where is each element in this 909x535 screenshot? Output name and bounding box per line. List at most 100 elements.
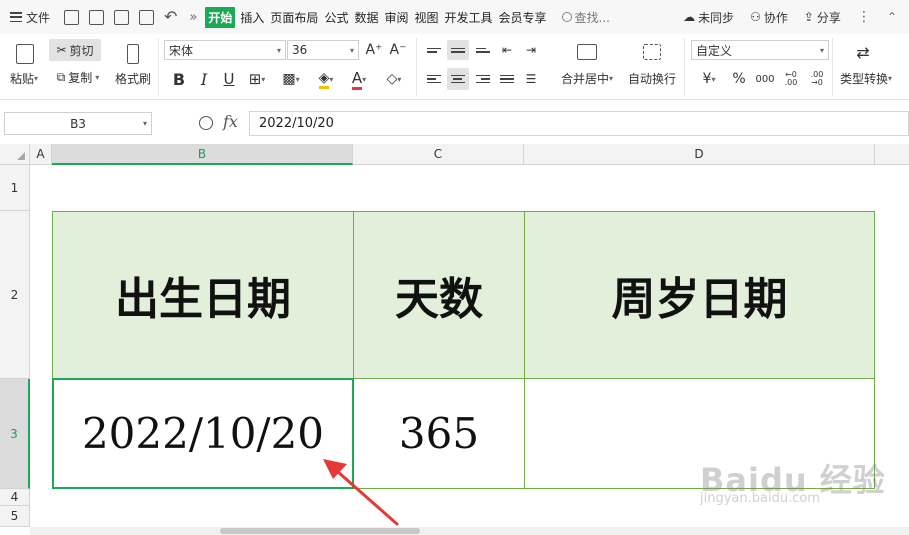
row-header-5[interactable]: 5 (0, 506, 30, 527)
paste-label: 粘贴 (9, 71, 34, 86)
ribbon: 粘贴 ▾ ✂ 剪切 ⧉ 复制 ▾ 格式刷 宋体 ▾ 36 ▾ A⁺ A⁻ B I U ⊞ ▾ … (0, 34, 909, 100)
row-header-1[interactable]: 1 (0, 165, 30, 211)
baidu-watermark: Baidu 经验 jingyan.baidu.com (700, 455, 886, 506)
horizontal-scrollbar[interactable] (30, 527, 909, 535)
tab-home[interactable]: 开始 (205, 6, 236, 28)
increase-decimal-button[interactable]: ←0 .00 (780, 68, 802, 90)
currency-button[interactable]: ¥ ▾ (695, 68, 723, 90)
watermark-url: jingyan.baidu.com (700, 491, 820, 506)
align-bottom-button[interactable] (473, 40, 493, 60)
column-header-c[interactable]: C (353, 144, 524, 165)
font-name-select[interactable]: 宋体 ▾ (164, 40, 286, 60)
share-button[interactable]: ⇪ 分享 (804, 9, 841, 26)
column-header-d[interactable]: D (524, 144, 875, 165)
shrink-font-button[interactable]: A⁻ (388, 40, 408, 60)
tab-data[interactable]: 数据 (353, 7, 379, 28)
number-format-select[interactable]: 自定义 ▾ (691, 40, 829, 60)
print-preview-icon[interactable] (139, 9, 155, 25)
more-commands-icon[interactable]: » (189, 10, 197, 25)
export-pdf-icon[interactable] (89, 9, 105, 25)
distributed-icon: ☰ (525, 72, 537, 86)
font-color-button[interactable]: A ▾ (346, 68, 372, 90)
align-left-button[interactable] (424, 68, 444, 90)
fx-icon[interactable]: fx (223, 112, 238, 131)
bold-button[interactable]: B (168, 68, 190, 90)
hamburger-icon (10, 12, 22, 22)
name-box[interactable]: B3 ▾ (4, 112, 152, 135)
search-box[interactable]: 查找... (561, 9, 610, 26)
increase-indent-button[interactable]: ⇥ (521, 40, 541, 60)
number-format-value: 自定义 (696, 43, 733, 58)
type-convert-button[interactable]: 类型转换 ▾ (834, 70, 898, 86)
column-header-a[interactable]: A (30, 144, 52, 165)
distributed-button[interactable]: ☰ (521, 68, 541, 90)
align-right-button[interactable] (473, 68, 493, 90)
copy-label: 复制 (68, 70, 93, 85)
select-all-corner[interactable] (0, 144, 30, 165)
collapse-ribbon-icon[interactable]: ⌃ (887, 10, 897, 24)
tab-insert[interactable]: 插入 (239, 7, 265, 28)
cell-d2[interactable]: 周岁日期 (524, 211, 875, 379)
grow-font-button[interactable]: A⁺ (364, 40, 384, 60)
tab-view[interactable]: 视图 (413, 7, 439, 28)
zoom-icon[interactable] (199, 116, 213, 130)
paste-button[interactable]: 粘贴 ▾ (4, 70, 44, 86)
column-header-e[interactable] (875, 144, 909, 165)
copy-button[interactable]: ⧉ 复制 ▾ (49, 66, 107, 88)
format-painter-icon[interactable] (120, 40, 146, 68)
menu-bar: 文件 ↶ » 开始 插入 页面布局 公式 数据 审阅 视图 开发工具 会员专享 … (0, 0, 909, 34)
thousands-button[interactable]: 000 (753, 68, 777, 90)
sync-status[interactable]: ☁ 未同步 (683, 9, 734, 26)
user-icon: ⚇ (750, 10, 761, 24)
cell-c2[interactable]: 天数 (353, 211, 525, 379)
underline-button[interactable]: U (218, 68, 240, 90)
align-center-button[interactable] (447, 68, 469, 90)
fill-color-button[interactable]: ◈ ▾ (312, 68, 340, 90)
collab-label: 协作 (763, 10, 788, 25)
cut-button[interactable]: ✂ 剪切 (49, 39, 101, 61)
merge-center-icon[interactable] (576, 40, 598, 64)
tab-member[interactable]: 会员专享 (498, 7, 548, 28)
column-header-b[interactable]: B (52, 144, 353, 165)
wrap-text-button[interactable]: 自动换行 (624, 70, 680, 86)
type-convert-icon[interactable]: ⇄ (852, 40, 874, 64)
save-icon[interactable] (64, 9, 80, 25)
row-header-3[interactable]: 3 (0, 379, 30, 489)
format-painter-button[interactable]: 格式刷 (110, 70, 156, 86)
type-convert-label: 类型转换 (839, 71, 888, 86)
tab-page-layout[interactable]: 页面布局 (269, 7, 319, 28)
justify-button[interactable] (497, 68, 517, 90)
print-icon[interactable] (114, 9, 130, 25)
indent-icon: ⇥ (525, 43, 537, 57)
ribbon-separator (832, 38, 833, 96)
italic-button[interactable]: I (193, 68, 215, 90)
file-menu[interactable]: 文件 (10, 9, 50, 26)
align-top-button[interactable] (424, 40, 444, 60)
undo-icon[interactable]: ↶ (164, 9, 177, 25)
collab-button[interactable]: ⚇ 协作 (750, 9, 788, 26)
align-middle-button[interactable] (447, 40, 469, 60)
copy-icon: ⧉ (56, 69, 66, 84)
paste-big-icon[interactable] (8, 40, 42, 68)
decrease-indent-button[interactable]: ⇤ (497, 40, 517, 60)
font-size-select[interactable]: 36 ▾ (287, 40, 359, 60)
row-header-4[interactable]: 4 (0, 489, 30, 506)
tab-developer[interactable]: 开发工具 (444, 7, 494, 28)
clear-format-button[interactable]: ◇ ▾ (380, 68, 408, 90)
formula-input[interactable]: 2022/10/20 (249, 111, 909, 136)
scissors-icon: ✂ (56, 43, 67, 57)
merge-center-button[interactable]: 合并居中 ▾ (556, 70, 618, 86)
decrease-decimal-button[interactable]: .00 →0 (806, 68, 828, 90)
row-header-2[interactable]: 2 (0, 211, 30, 379)
wrap-text-icon[interactable] (641, 40, 663, 64)
border-button[interactable]: ⊞ ▾ (244, 68, 270, 90)
cell-b3[interactable]: 2022/10/20 (52, 378, 354, 489)
tab-formulas[interactable]: 公式 (323, 7, 349, 28)
cell-b2[interactable]: 出生日期 (52, 211, 354, 379)
fill-style-button[interactable]: ▩ ▾ (278, 68, 304, 90)
tab-review[interactable]: 审阅 (383, 7, 409, 28)
more-options-icon[interactable]: ⋮ (857, 9, 871, 25)
currency-label: ¥ (702, 71, 712, 87)
percent-button[interactable]: % (729, 68, 749, 90)
align-left-icon (427, 74, 441, 84)
